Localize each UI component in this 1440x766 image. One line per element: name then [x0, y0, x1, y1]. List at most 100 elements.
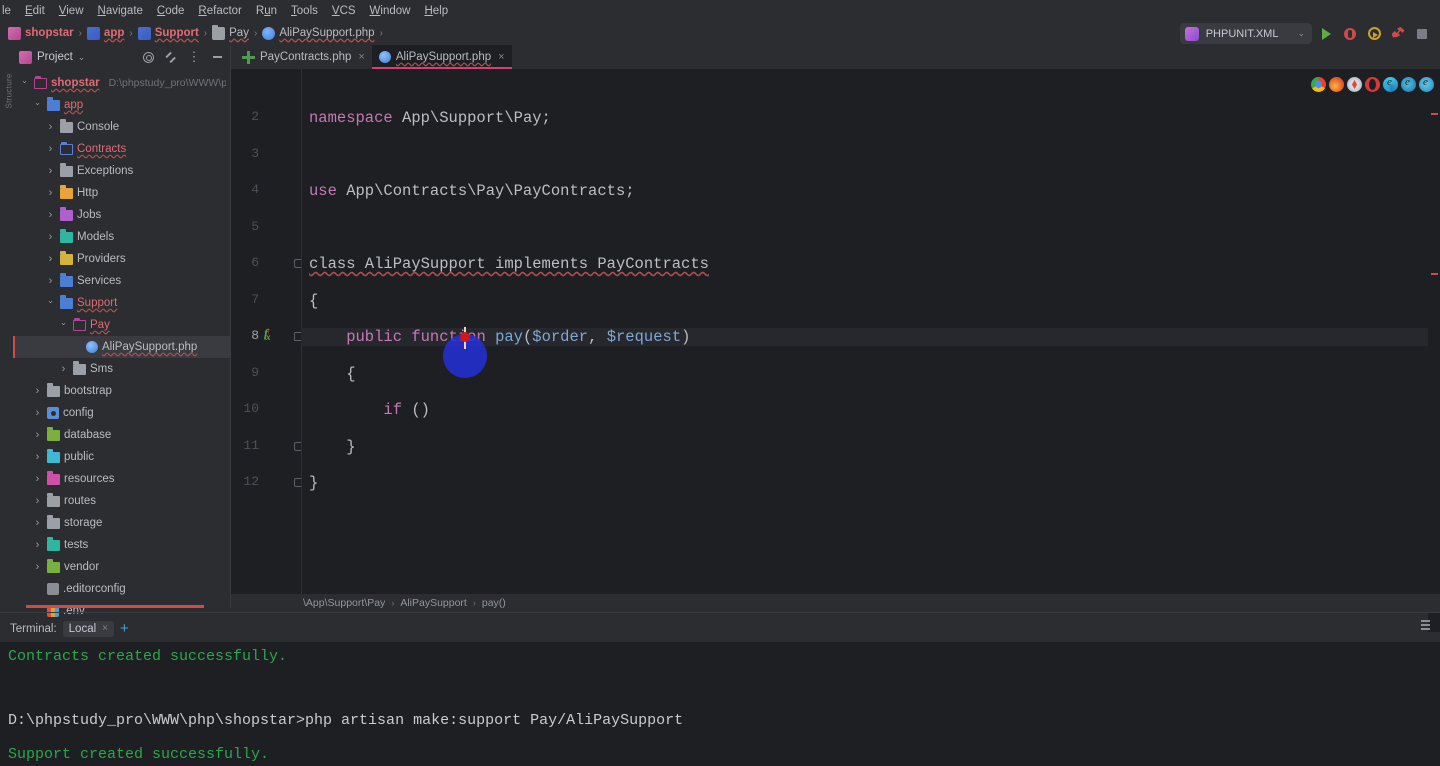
menu-item-tools[interactable]: Tools	[284, 5, 325, 17]
tree-item[interactable]: Services	[13, 270, 230, 292]
project-horizontal-scrollbar[interactable]	[26, 605, 204, 608]
editor-gutter[interactable]: 23456789101112f↑x	[231, 69, 301, 608]
chevron-right-icon[interactable]	[32, 407, 43, 419]
breadcrumb-shopstar[interactable]: shopstar	[6, 27, 76, 40]
editor-breadcrumb-item[interactable]: \App\Support\Pay	[303, 597, 385, 609]
menu-item-vcs[interactable]: VCS	[325, 5, 363, 17]
code-line[interactable]: use App\Contracts\Pay\PayContracts;	[309, 182, 635, 200]
terminal-divider[interactable]	[0, 612, 1440, 613]
menu-item-navigate[interactable]: Navigate	[91, 5, 150, 17]
menu-item-code[interactable]: Code	[150, 5, 192, 17]
tree-item[interactable]: bootstrap	[13, 380, 230, 402]
code-line[interactable]: }	[309, 438, 356, 456]
chevron-right-icon[interactable]	[32, 473, 43, 485]
debug-button[interactable]	[1340, 24, 1360, 44]
chevron-right-icon[interactable]	[45, 187, 56, 199]
close-icon[interactable]: ×	[358, 51, 364, 63]
chevron-right-icon[interactable]	[32, 451, 43, 463]
chevron-right-icon[interactable]	[32, 429, 43, 441]
editor-breadcrumb-item[interactable]: pay()	[482, 597, 506, 609]
stop-button[interactable]	[1412, 24, 1432, 44]
chevron-right-icon[interactable]	[32, 517, 43, 529]
tree-item[interactable]: Contracts	[13, 138, 230, 160]
editor-tab-alipaysupport-php[interactable]: AliPaySupport.php×	[372, 45, 512, 69]
tree-item[interactable]: config	[13, 402, 230, 424]
tree-item[interactable]: shopstarD:\phpstudy_pro\WWW\php\sho	[13, 72, 230, 94]
tree-item[interactable]: routes	[13, 490, 230, 512]
breadcrumb-support[interactable]: Support	[136, 27, 201, 40]
edge-preview-icon-2[interactable]	[1401, 77, 1416, 92]
breadcrumb-alipaysupport-php[interactable]: AliPaySupport.php	[260, 27, 376, 40]
code-line[interactable]: class AliPaySupport implements PayContra…	[309, 255, 709, 273]
code-line[interactable]: namespace App\Support\Pay;	[309, 109, 551, 127]
chevron-right-icon[interactable]	[45, 253, 56, 265]
breadcrumb-app[interactable]: app	[85, 27, 126, 40]
tree-item[interactable]: Pay	[13, 314, 230, 336]
tree-item[interactable]: Exceptions	[13, 160, 230, 182]
tree-item[interactable]: tests	[13, 534, 230, 556]
opera-preview-icon[interactable]	[1365, 77, 1380, 92]
editor-tab-paycontracts-php[interactable]: PayContracts.php×	[235, 45, 372, 69]
tree-item[interactable]: Console	[13, 116, 230, 138]
tree-item[interactable]: Http	[13, 182, 230, 204]
tree-item[interactable]: Support	[13, 292, 230, 314]
run-button[interactable]	[1316, 24, 1336, 44]
chevron-down-icon[interactable]	[19, 79, 30, 88]
chevron-down-icon[interactable]	[45, 299, 56, 308]
menu-item-refactor[interactable]: Refactor	[191, 5, 248, 17]
code-line[interactable]: {	[309, 365, 356, 383]
terminal-output[interactable]: Contracts created successfully.D:\phpstu…	[0, 642, 1440, 766]
editor-breadcrumb-item[interactable]: AliPaySupport	[400, 597, 467, 609]
chevron-down-icon[interactable]: ⌄	[78, 52, 86, 63]
close-icon[interactable]: ×	[498, 51, 504, 63]
tree-item-selected[interactable]: AliPaySupport.php	[13, 336, 230, 358]
left-tool-strip[interactable]: Structure	[0, 45, 13, 608]
tree-item[interactable]: resources	[13, 468, 230, 490]
code-line[interactable]: if ()	[309, 401, 430, 419]
tree-item[interactable]: Models	[13, 226, 230, 248]
chevron-right-icon[interactable]	[32, 539, 43, 551]
code-editor[interactable]: 23456789101112f↑x namespace App\Support\…	[231, 69, 1440, 608]
tree-item[interactable]: Providers	[13, 248, 230, 270]
chevron-right-icon[interactable]	[32, 495, 43, 507]
hide-panel-button[interactable]	[208, 48, 226, 66]
edge-preview-icon[interactable]	[1383, 77, 1398, 92]
menu-item-edit[interactable]: Edit	[18, 5, 52, 17]
tree-item[interactable]: app	[13, 94, 230, 116]
editor-breadcrumb[interactable]: \App\Support\Pay›AliPaySupport›pay()	[231, 594, 1440, 612]
code-line[interactable]: }	[309, 474, 318, 492]
chrome-preview-icon[interactable]	[1311, 77, 1326, 92]
chevron-down-icon[interactable]	[32, 101, 43, 110]
tree-item[interactable]: database	[13, 424, 230, 446]
tree-item[interactable]: storage	[13, 512, 230, 534]
chevron-down-icon[interactable]	[58, 321, 69, 330]
project-tree[interactable]: shopstarD:\phpstudy_pro\WWW\php\shoappCo…	[13, 69, 230, 622]
run-configuration-selector[interactable]: PHPUNIT.XML ⌄	[1180, 23, 1312, 44]
profile-button[interactable]	[1388, 24, 1408, 44]
tree-item[interactable]: vendor	[13, 556, 230, 578]
editor-marker-bar[interactable]	[1428, 93, 1440, 632]
menu-item-view[interactable]: View	[52, 5, 91, 17]
chevron-right-icon[interactable]	[32, 385, 43, 397]
chevron-right-icon[interactable]	[45, 209, 56, 221]
tree-item[interactable]: Sms	[13, 358, 230, 380]
breadcrumb-pay[interactable]: Pay	[210, 27, 251, 40]
code-line[interactable]: {	[309, 292, 318, 310]
edge-preview-icon-3[interactable]	[1419, 77, 1434, 92]
terminal-tab-local[interactable]: Local ×	[63, 621, 114, 637]
chevron-right-icon[interactable]	[45, 275, 56, 287]
safari-preview-icon[interactable]	[1347, 77, 1362, 92]
collapse-all-button[interactable]	[162, 48, 180, 66]
browser-preview-bar[interactable]	[1311, 77, 1434, 92]
menu-item-le[interactable]: le	[0, 5, 18, 17]
close-icon[interactable]: ×	[102, 623, 108, 634]
tree-item[interactable]: .editorconfig	[13, 578, 230, 600]
chevron-right-icon[interactable]	[45, 165, 56, 177]
implementing-method-icon[interactable]: f↑x	[264, 326, 278, 341]
new-terminal-button[interactable]: +	[120, 623, 129, 635]
chevron-right-icon[interactable]	[45, 231, 56, 243]
run-coverage-button[interactable]	[1364, 24, 1384, 44]
chevron-right-icon[interactable]	[58, 363, 69, 375]
menu-item-window[interactable]: Window	[363, 5, 418, 17]
terminal-settings-icon[interactable]	[1421, 620, 1433, 634]
